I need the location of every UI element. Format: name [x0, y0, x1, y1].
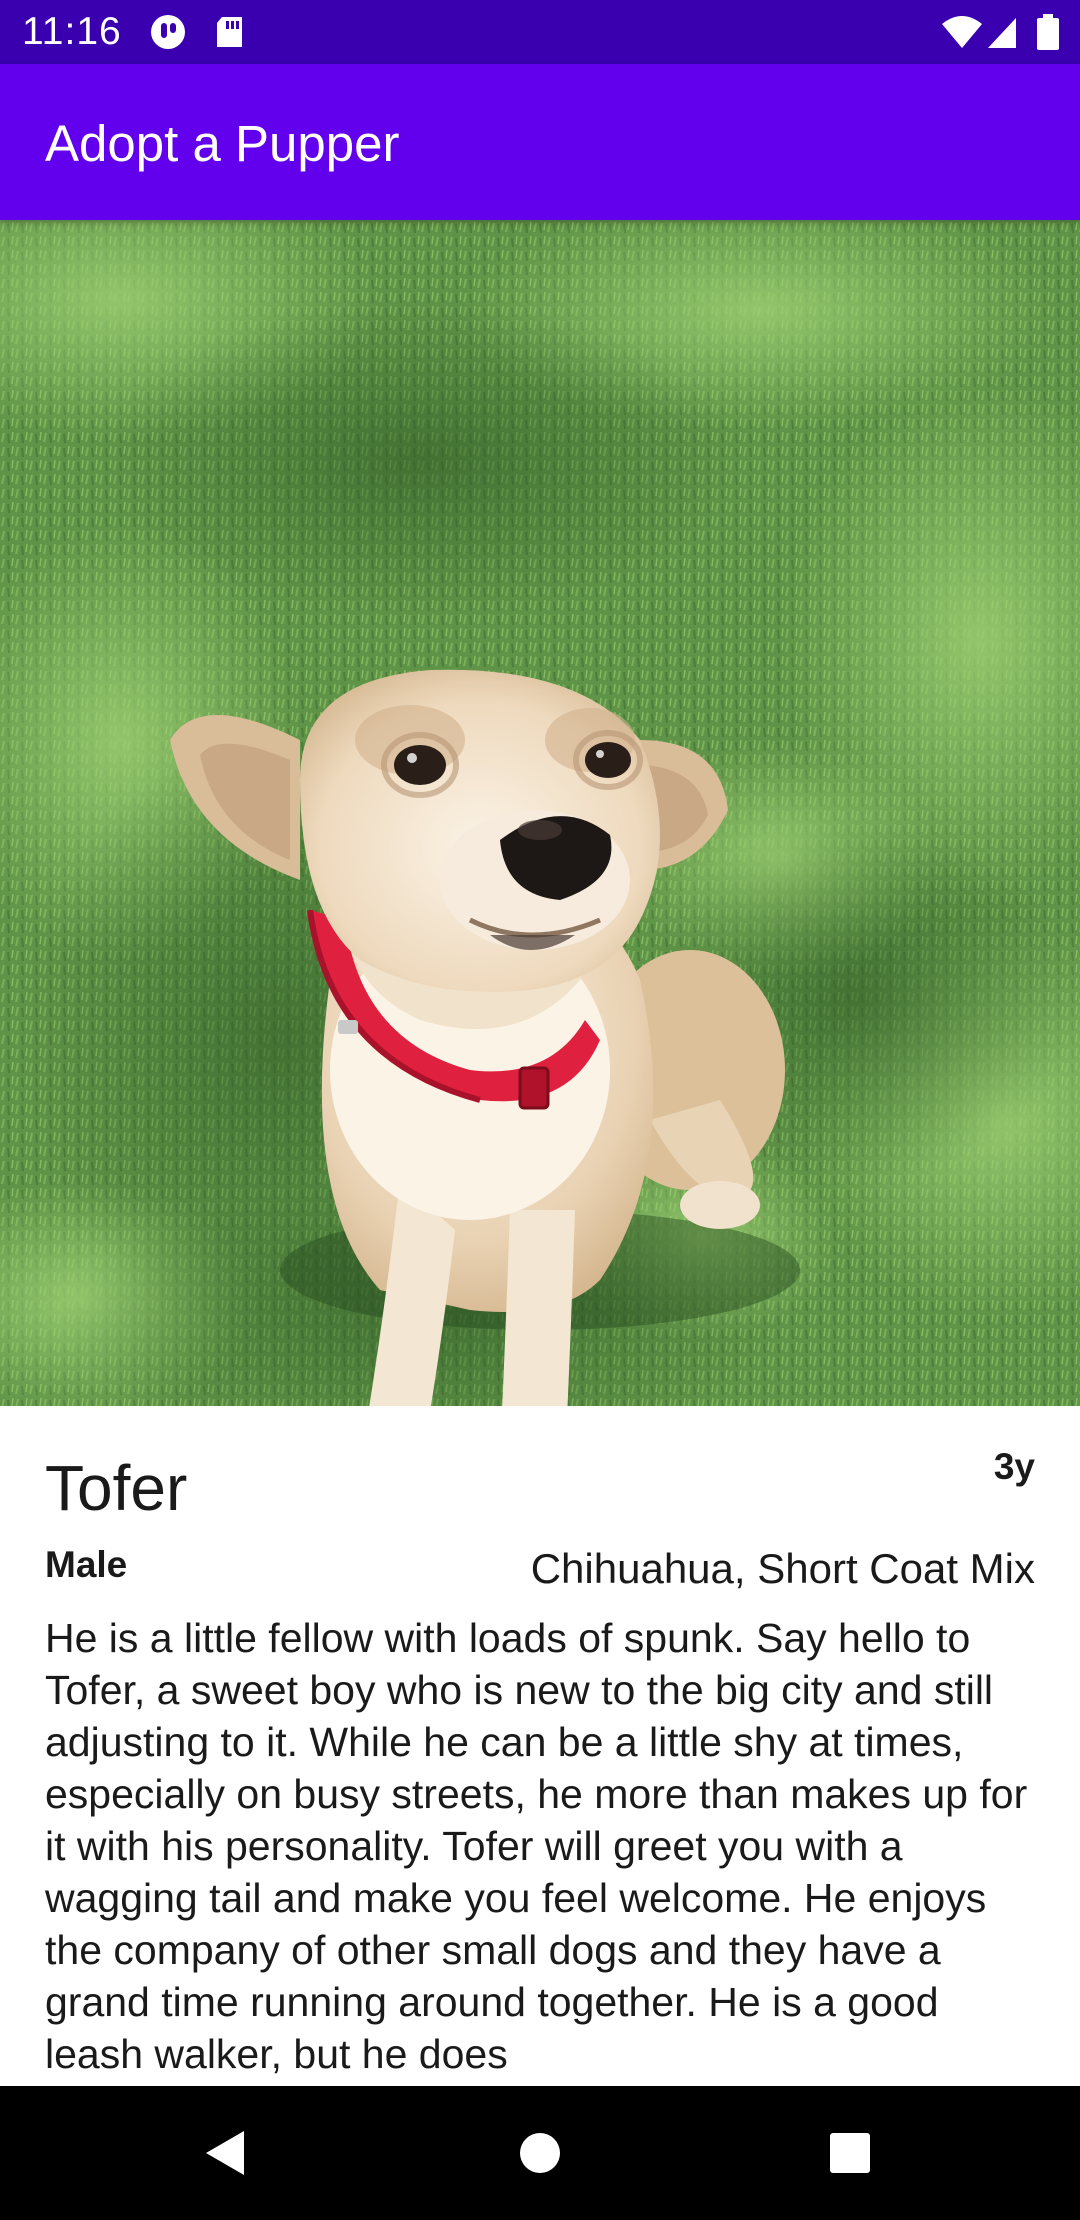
back-icon[interactable]	[196, 2123, 256, 2183]
dog-details: Tofer 3y Male Chihuahua, Short Coat Mix …	[0, 1406, 1080, 2086]
home-icon[interactable]	[510, 2123, 570, 2183]
app-notification-icon	[151, 15, 185, 49]
dog-photo	[0, 220, 1080, 1406]
sd-card-icon	[217, 17, 242, 47]
dog-description: He is a little fellow with loads of spun…	[45, 1615, 1028, 2077]
dog-breed: Chihuahua, Short Coat Mix	[530, 1545, 1035, 1592]
dog-gender: Male	[45, 1544, 128, 1585]
app-bar: Adopt a Pupper	[0, 64, 1080, 220]
dog-age: 3y	[993, 1446, 1035, 1487]
battery-icon	[1037, 14, 1059, 50]
screen: 11:16 Adopt a Pupper Tofer 3y Male Chihu…	[0, 0, 1080, 2220]
status-bar: 11:16	[0, 0, 1080, 64]
status-time: 11:16	[22, 10, 122, 53]
dog-name: Tofer	[45, 1452, 188, 1524]
wifi-icon	[942, 16, 982, 48]
cell-signal-icon	[988, 18, 1016, 48]
navigation-bar	[0, 2086, 1080, 2220]
app-title: Adopt a Pupper	[45, 115, 400, 172]
recents-icon[interactable]	[820, 2123, 880, 2183]
